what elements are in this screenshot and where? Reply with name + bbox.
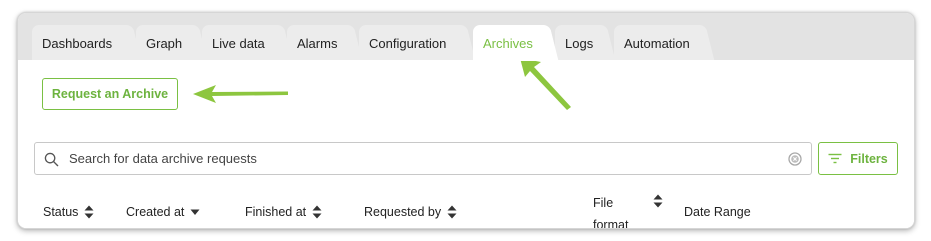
sort-desc-icon xyxy=(190,209,200,215)
tab-label: Live data xyxy=(212,35,265,51)
column-header-status[interactable]: Status xyxy=(43,205,94,219)
tab-bar: Dashboards Graph Live data Alarms Config… xyxy=(18,13,914,61)
tab-label: Archives xyxy=(483,35,533,51)
column-header-file-format[interactable]: File format xyxy=(593,192,663,229)
sort-both-icon xyxy=(653,194,663,208)
column-label: Date Range xyxy=(684,205,751,219)
column-header-requested-by[interactable]: Requested by xyxy=(364,205,457,219)
tab-label: Alarms xyxy=(297,35,338,51)
tab-label: Logs xyxy=(565,35,594,51)
filters-label: Filters xyxy=(850,151,888,166)
search-input[interactable] xyxy=(69,143,769,174)
sort-both-icon xyxy=(84,205,94,219)
column-label: Requested by xyxy=(364,205,442,219)
archives-panel: Dashboards Graph Live data Alarms Config… xyxy=(17,12,915,229)
tab-label: Dashboards xyxy=(42,35,113,51)
sort-both-icon xyxy=(447,205,457,219)
filters-button[interactable]: Filters xyxy=(818,142,898,175)
search-field[interactable] xyxy=(34,142,812,175)
column-header-created-at[interactable]: Created at xyxy=(126,205,200,219)
column-label: Finished at xyxy=(245,205,307,219)
request-archive-button[interactable]: Request an Archive xyxy=(42,78,178,110)
column-header-finished-at[interactable]: Finished at xyxy=(245,205,322,219)
tab-automation[interactable]: Automation xyxy=(614,25,703,61)
column-label: Created at xyxy=(126,205,185,219)
tab-graph[interactable]: Graph xyxy=(136,25,196,61)
tab-live-data[interactable]: Live data xyxy=(202,25,281,61)
archives-content: Request an Archive Filters Sta xyxy=(18,60,914,229)
tab-logs[interactable]: Logs xyxy=(555,25,604,61)
filter-icon xyxy=(828,153,842,164)
tab-alarms[interactable]: Alarms xyxy=(287,25,351,61)
tab-label: Configuration xyxy=(369,35,447,51)
column-header-date-range: Date Range xyxy=(684,205,751,219)
column-label: File format xyxy=(593,196,629,229)
search-icon xyxy=(44,152,59,167)
column-label: Status xyxy=(43,205,79,219)
clear-search-icon[interactable] xyxy=(788,152,802,166)
tab-archives[interactable]: Archives xyxy=(473,25,547,61)
tab-configuration[interactable]: Configuration xyxy=(359,25,464,61)
tab-label: Automation xyxy=(624,35,690,51)
tab-dashboards[interactable]: Dashboards xyxy=(32,25,130,61)
tab-label: Graph xyxy=(146,35,183,51)
sort-both-icon xyxy=(312,205,322,219)
